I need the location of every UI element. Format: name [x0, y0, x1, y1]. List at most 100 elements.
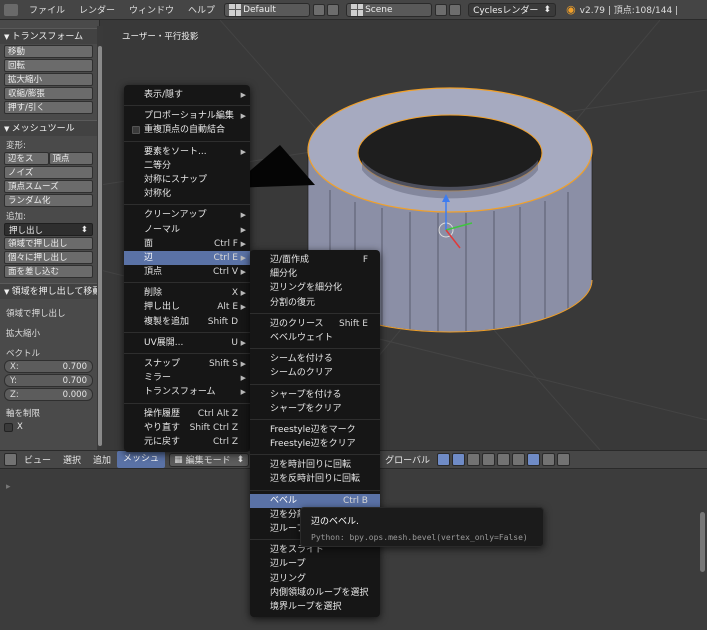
render-engine-select[interactable]: Cyclesレンダー ⬍	[468, 2, 557, 17]
mesh-menu-item[interactable]: 対称にスナップ	[124, 173, 250, 187]
remove-scene-button[interactable]	[449, 3, 462, 16]
edge-menu-item[interactable]: 辺リング	[250, 572, 380, 586]
edge-menu-item[interactable]: 辺リングを細分化	[250, 281, 380, 295]
deform-row: 辺をス 頂点	[4, 152, 93, 165]
scrollbar-thumb[interactable]	[98, 46, 102, 446]
menu-select[interactable]: 選択	[57, 453, 87, 466]
menu-window[interactable]: ウィンドウ	[122, 3, 181, 16]
transform-panel-header[interactable]: トランスフォーム	[0, 28, 99, 44]
edge-menu-item[interactable]: シームのクリア	[250, 366, 380, 380]
edge-menu-item[interactable]: ベベル Ctrl B	[250, 493, 380, 508]
noise-button[interactable]: ノイズ	[4, 166, 93, 179]
mesh-menu-item[interactable]: 押し出し Alt E ▶	[124, 300, 250, 314]
edge-menu-item-label: Freestyle辺をクリア	[270, 439, 356, 450]
render-anim-icon[interactable]	[557, 453, 571, 466]
checkbox-icon[interactable]	[132, 126, 140, 135]
operator-panel-header[interactable]: 領域を押し出して移動	[0, 283, 99, 299]
edge-menu-item[interactable]: 内側領域のループを選択	[250, 586, 380, 600]
mesh-menu-item[interactable]: トランスフォーム ▶	[124, 385, 250, 399]
edge-menu-item[interactable]: 辺ループ	[250, 557, 380, 571]
tool-shelf: トランスフォーム 移動 回転 拡大縮小 収縮/膨張 押す/引く メッシュツール …	[0, 20, 100, 450]
render-preview-icon[interactable]	[542, 453, 556, 466]
menu-add[interactable]: 追加	[87, 453, 117, 466]
vector-z-field[interactable]: Z: 0.000	[4, 388, 93, 401]
mesh-menu-item[interactable]: やり直す Shift Ctrl Z	[124, 421, 250, 435]
mesh-menu-item[interactable]: 頂点 Ctrl V ▶	[124, 265, 250, 279]
scale-button[interactable]: 拡大縮小	[4, 73, 93, 86]
constraint-x-checkbox[interactable]: X	[4, 422, 95, 432]
mesh-menu-item[interactable]: 表示/隠す ▶	[124, 88, 250, 102]
mesh-menu-item[interactable]: クリーンアップ ▶	[124, 208, 250, 222]
mesh-menu-item[interactable]: 削除 X ▶	[124, 286, 250, 300]
add-scene-button[interactable]	[435, 3, 448, 16]
edge-menu-item[interactable]: シャープを付ける	[250, 388, 380, 402]
extrude-individual-button[interactable]: 個々に押し出し	[4, 251, 93, 264]
snap-target-icon[interactable]	[527, 453, 541, 466]
vertex-slide-button[interactable]: 頂点	[48, 152, 93, 165]
scene-selector[interactable]: Scene	[346, 2, 433, 17]
menu-render[interactable]: レンダー	[72, 3, 122, 16]
pivot-orientation[interactable]: グローバル	[379, 453, 436, 466]
mesh-menu-item[interactable]: 操作履歴 Ctrl Alt Z	[124, 407, 250, 421]
edge-menu-item[interactable]: 境界ループを選択	[250, 600, 380, 614]
inset-faces-button[interactable]: 面を差し込む	[4, 265, 93, 278]
translate-button[interactable]: 移動	[4, 45, 93, 58]
shrink-fatten-button[interactable]: 収縮/膨張	[4, 87, 93, 100]
add-layout-button[interactable]	[313, 3, 326, 16]
meshtools-panel-header[interactable]: メッシュツール	[0, 120, 99, 136]
remove-layout-button[interactable]	[327, 3, 340, 16]
edge-slide-button[interactable]: 辺をス	[4, 152, 49, 165]
toolshelf-scrollbar[interactable]	[97, 26, 103, 450]
mesh-menu-item[interactable]: ノーマル ▶	[124, 223, 250, 237]
edge-select-icon[interactable]	[452, 453, 466, 466]
edge-menu-item[interactable]: 辺を反時計回りに回転	[250, 472, 380, 486]
rotate-button[interactable]: 回転	[4, 59, 93, 72]
editor-type-icon[interactable]	[4, 3, 18, 16]
smooth-vertex-button[interactable]: 頂点スムーズ	[4, 180, 93, 193]
edge-menu-item-label: Freestyle辺をマーク	[270, 424, 356, 435]
mesh-menu-item[interactable]: 二等分	[124, 159, 250, 173]
menu-help[interactable]: ヘルプ	[181, 3, 222, 16]
push-pull-button[interactable]: 押す/引く	[4, 101, 93, 114]
mesh-menu-item[interactable]: 複製を追加 Shift D	[124, 315, 250, 329]
extrude-region-button[interactable]: 領域で押し出し	[4, 237, 93, 250]
edge-menu-item[interactable]: 細分化	[250, 267, 380, 281]
edge-menu-item[interactable]: ベベルウェイト	[250, 331, 380, 345]
mesh-menu-item[interactable]: UV展開... U ▶	[124, 336, 250, 350]
face-select-icon[interactable]	[467, 453, 481, 466]
mesh-menu-item[interactable]: 面 Ctrl F ▶	[124, 237, 250, 251]
edge-menu-item[interactable]: Freestyle辺をマーク	[250, 423, 380, 437]
vector-x-field[interactable]: X: 0.700	[4, 360, 93, 373]
snap-icon[interactable]	[512, 453, 526, 466]
edge-menu-item[interactable]: 辺/面作成 F	[250, 253, 380, 267]
menu-mesh[interactable]: メッシュ	[117, 451, 166, 468]
mesh-menu-item[interactable]: 元に戻す Ctrl Z	[124, 435, 250, 449]
editor-type-icon[interactable]	[4, 453, 17, 466]
mesh-menu-item[interactable]: ミラー ▶	[124, 371, 250, 385]
proportional-edit-icon[interactable]	[497, 453, 511, 466]
mesh-menu-item[interactable]: 辺 Ctrl E ▶	[124, 250, 250, 266]
edge-menu-item[interactable]: 辺のクリース Shift E	[250, 317, 380, 331]
submenu-arrow-icon: ▶	[240, 388, 246, 397]
limit-selection-icon[interactable]	[482, 453, 496, 466]
mesh-menu-item[interactable]: 対称化	[124, 187, 250, 201]
edge-menu-item[interactable]: 分割の復元	[250, 296, 380, 310]
mode-select[interactable]: ▦ 編集モード ⬍	[169, 452, 250, 467]
mesh-menu-item[interactable]: スナップ Shift S ▶	[124, 357, 250, 371]
vector-y-field[interactable]: Y: 0.700	[4, 374, 93, 387]
extrude-select[interactable]: 押し出し ⬍	[4, 223, 93, 236]
edge-menu-item[interactable]: シームを付ける	[250, 352, 380, 366]
menu-view[interactable]: ビュー	[18, 453, 57, 466]
submenu-arrow-icon: ▶	[240, 225, 246, 234]
bottom-scrollbar[interactable]	[700, 512, 705, 572]
menu-file[interactable]: ファイル	[22, 3, 72, 16]
edge-menu-item[interactable]: シャープをクリア	[250, 402, 380, 416]
randomize-button[interactable]: ランダム化	[4, 194, 93, 207]
mesh-menu-item[interactable]: プロポーショナル編集 ▶	[124, 109, 250, 123]
mesh-menu-item[interactable]: 要素をソート... ▶	[124, 145, 250, 159]
vertex-select-icon[interactable]	[437, 453, 451, 466]
edge-menu-item[interactable]: Freestyle辺をクリア	[250, 437, 380, 451]
edge-menu-item[interactable]: 辺を時計回りに回転	[250, 458, 380, 472]
layout-selector[interactable]: Default	[224, 2, 311, 17]
mesh-menu-item[interactable]: 重複頂点の自動結合	[124, 123, 250, 137]
